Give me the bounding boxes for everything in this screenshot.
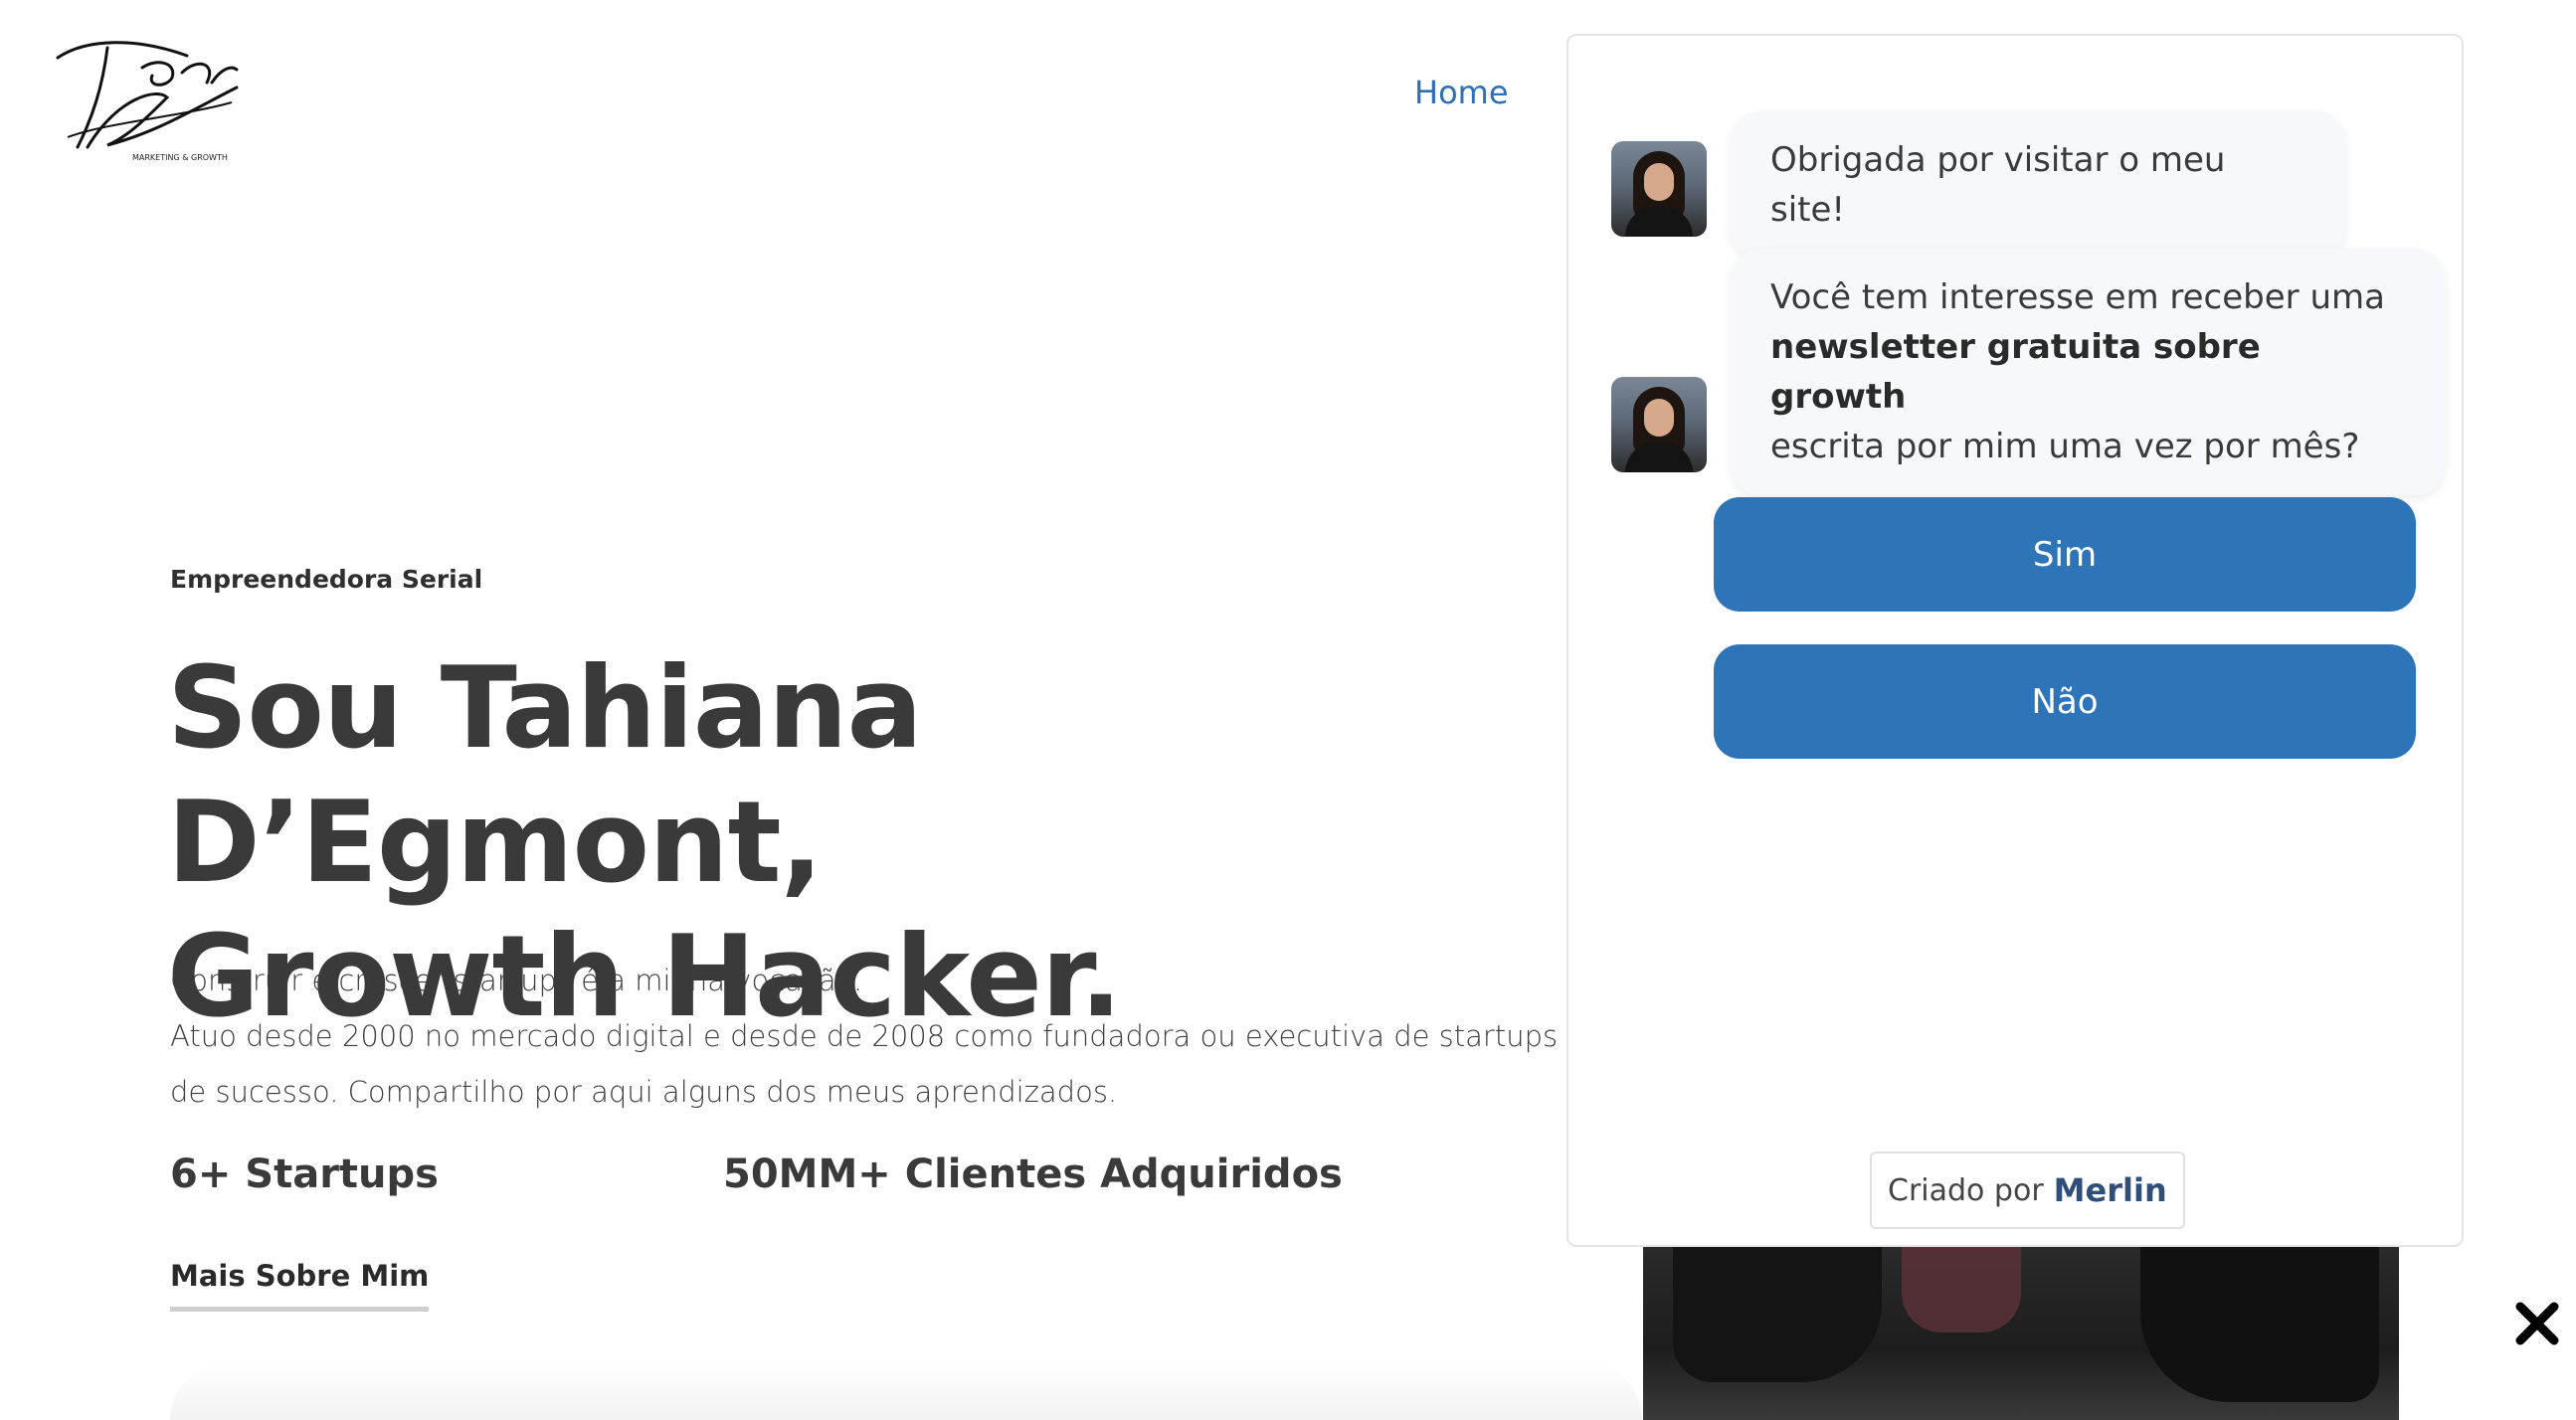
section-shadow: [170, 1362, 1642, 1420]
powered-by-prefix: Criado por: [1888, 1172, 2044, 1208]
choice-no-button[interactable]: Não: [1714, 644, 2416, 759]
chat-message-2: Você tem interesse em receber uma newsle…: [1731, 249, 2445, 495]
more-about-me-link[interactable]: Mais Sobre Mim: [170, 1259, 430, 1312]
bot-avatar: [1611, 377, 1707, 472]
powered-by-brand: Merlin: [2053, 1171, 2167, 1209]
close-icon[interactable]: [2514, 1301, 2560, 1346]
hero-desc-line3: de sucesso. Compartilho por aqui alguns …: [170, 1075, 1118, 1109]
chat-message-1: Obrigada por visitar o meu site!: [1731, 111, 2345, 259]
hero-title-line1: Sou Tahiana D’Egmont,: [167, 642, 923, 908]
chat-message-2-line3: escrita por mim uma vez por mês?: [1770, 427, 2360, 466]
hero-photo: [1643, 1243, 2399, 1420]
chat-message-2-bold: newsletter gratuita sobre growth: [1770, 327, 2261, 417]
hero-description: Construir e crescer startups é a minha v…: [170, 953, 1563, 1120]
hero-desc-line2: Atuo desde 2000 no mercado digital e des…: [170, 1019, 1559, 1053]
powered-by-badge[interactable]: Criado por Merlin: [1870, 1152, 2185, 1229]
stat-startups: 6+ Startups: [170, 1152, 439, 1197]
hero-desc-line1: Construir e crescer startups é a minha v…: [170, 964, 863, 997]
hero-eyebrow: Empreendedora Serial: [170, 565, 483, 594]
stat-clients: 50MM+ Clientes Adquiridos: [723, 1152, 1343, 1197]
nav-home-link[interactable]: Home: [1414, 74, 1509, 111]
choice-yes-button[interactable]: Sim: [1714, 497, 2416, 612]
logo-tagline: MARKETING & GROWTH: [132, 153, 228, 162]
chat-widget: Obrigada por visitar o meu site! Você te…: [1566, 34, 2464, 1247]
logo-signature[interactable]: MARKETING & GROWTH: [48, 28, 247, 167]
bot-avatar: [1611, 141, 1707, 237]
chat-message-2-line1: Você tem interesse em receber uma: [1770, 277, 2385, 317]
